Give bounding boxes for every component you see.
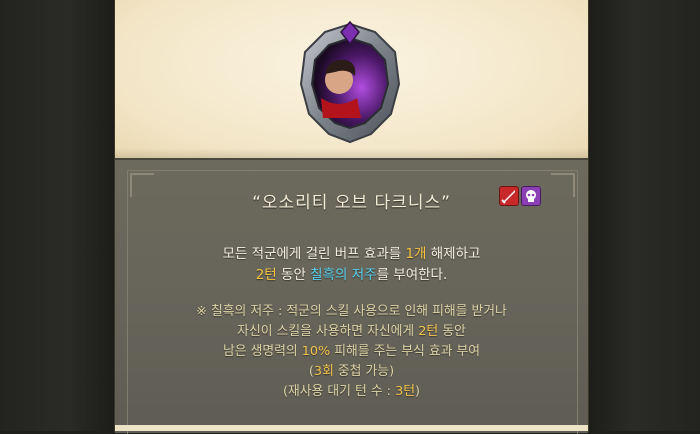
- note-line-1: ※ 칠흑의 저주 : 적군의 스킬 사용으로 인해 피해를 받거나: [196, 304, 507, 319]
- desc-text: 를 부여한다.: [376, 267, 448, 283]
- note-line-2: 자신이 스킬을 사용하면 자신에게 2턴 동안: [115, 322, 588, 342]
- skull-icon: [526, 190, 536, 202]
- desc-text: 해제하고: [426, 246, 481, 262]
- bottom-strip: [115, 425, 588, 431]
- background-left: [0, 0, 115, 431]
- note-text: 동안: [438, 324, 466, 339]
- sword-icon: [501, 190, 515, 204]
- note-highlight: 3회: [313, 364, 334, 379]
- skill-info-panel: “오소리티 오브 다크니스” 모든 적군에게 걸린 버프 효과를 1개 해제하고…: [115, 158, 588, 434]
- note-line-4: (3회 중첩 가능): [115, 362, 588, 382]
- desc-text: 동안: [276, 267, 311, 283]
- background-right: [588, 0, 700, 431]
- note-highlight: 2턴: [418, 324, 439, 339]
- note-text: 중첩 가능): [333, 364, 395, 379]
- note-highlight: 10%: [301, 344, 331, 359]
- curse-name: 칠흑의 저주: [310, 267, 377, 283]
- note-text: 피해를 주는 부식 효과 부여: [330, 344, 481, 359]
- description-line-1: 모든 적군에게 걸린 버프 효과를 1개 해제하고: [115, 244, 588, 265]
- attack-icon: [499, 186, 519, 206]
- desc-highlight: 2턴: [255, 267, 277, 283]
- skill-note: ※ 칠흑의 저주 : 적군의 스킬 사용으로 인해 피해를 받거나 자신이 스킬…: [115, 302, 588, 402]
- note-text: 자신이 스킬을 사용하면 자신에게: [237, 324, 419, 339]
- skill-card: “오소리티 오브 다크니스” 모든 적군에게 걸린 버프 효과를 1개 해제하고…: [115, 0, 588, 434]
- note-line-3: 남은 생명력의 10% 피해를 주는 부식 효과 부여: [115, 342, 588, 362]
- desc-text: 모든 적군에게 걸린 버프 효과를: [222, 246, 406, 262]
- skill-description: 모든 적군에게 걸린 버프 효과를 1개 해제하고 2턴 동안 칠흑의 저주를 …: [115, 244, 588, 286]
- portrait-frame-icon: [299, 20, 401, 144]
- desc-highlight: 1개: [405, 246, 427, 262]
- debuff-icon: [521, 186, 541, 206]
- note-text: (재사용 대기 턴 수 :: [283, 384, 396, 399]
- description-line-2: 2턴 동안 칠흑의 저주를 부여한다.: [115, 265, 588, 286]
- note-text: ): [414, 384, 420, 399]
- note-highlight: 3턴: [395, 384, 415, 399]
- skill-portrait: [295, 18, 405, 148]
- note-line-5: (재사용 대기 턴 수 : 3턴): [115, 382, 588, 402]
- note-text: 남은 생명력의: [222, 344, 302, 359]
